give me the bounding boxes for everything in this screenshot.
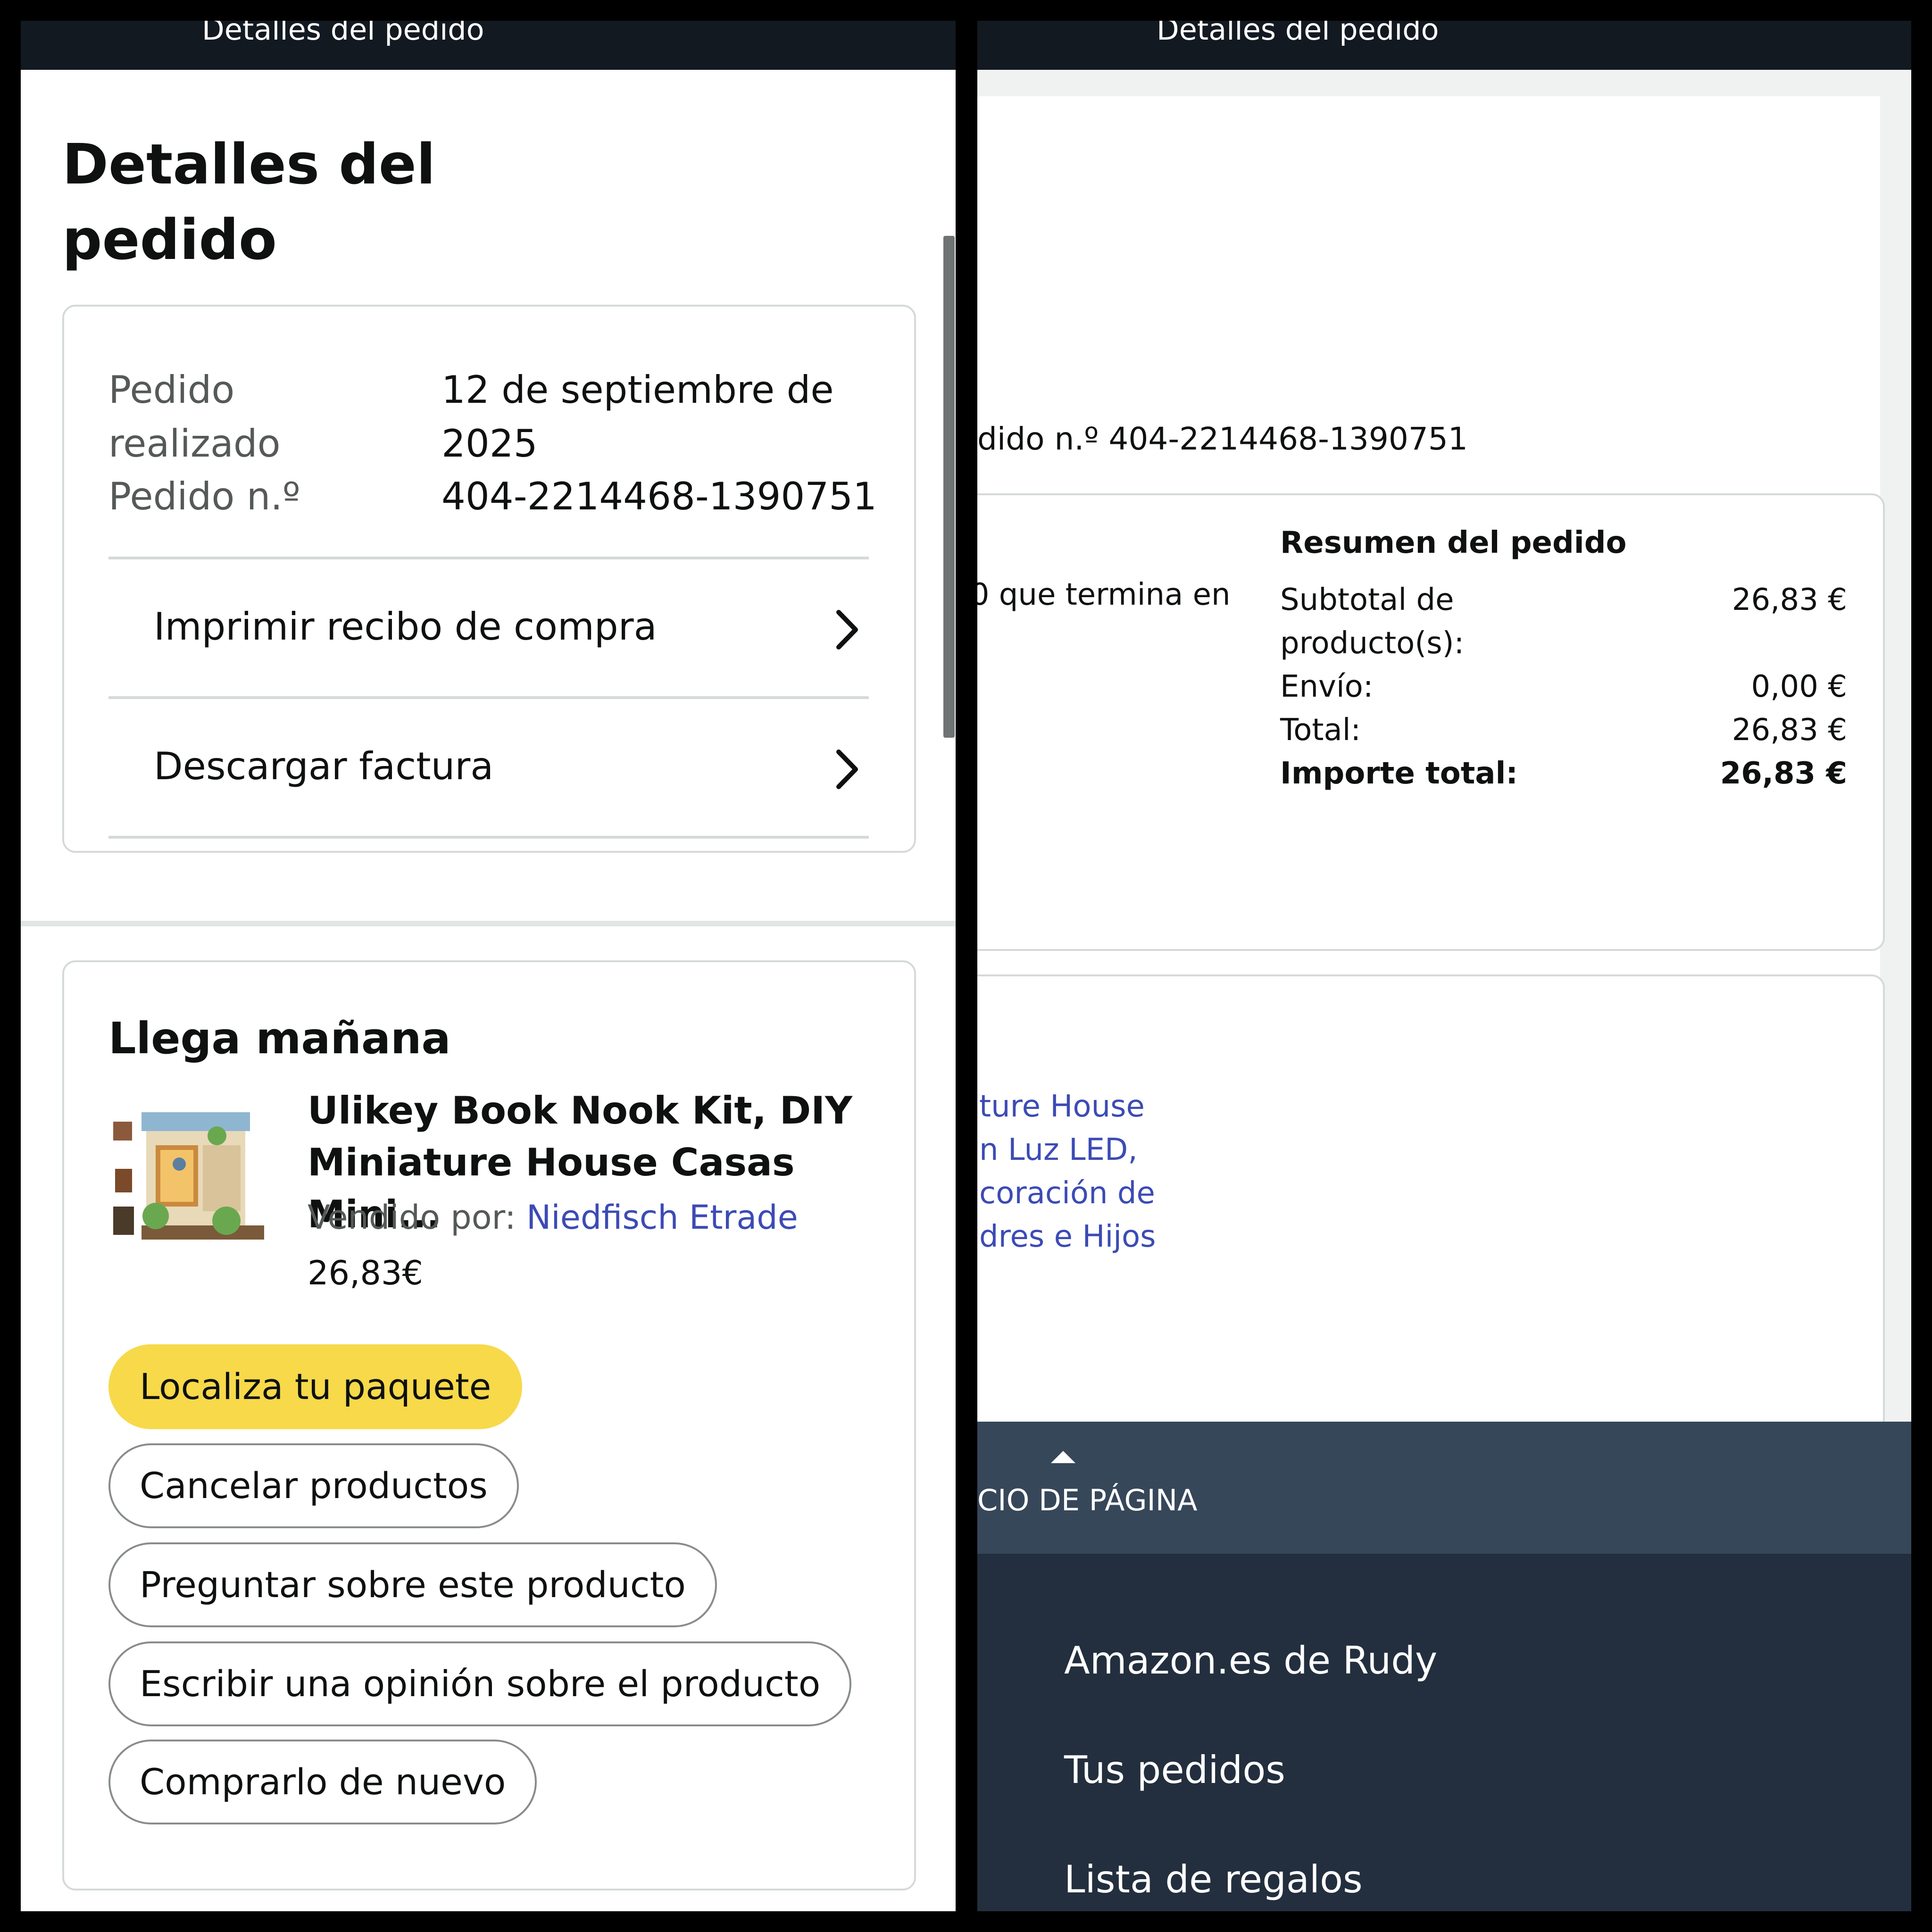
payment-method-text: 00 que termina en: [977, 577, 1231, 612]
chevron-right-icon: [836, 749, 858, 789]
sold-by-label: Vendido por:: [308, 1198, 516, 1237]
order-placed-value: 12 de septiembre de 2025: [441, 368, 834, 466]
top-bar: Detalles del pedido: [977, 21, 1911, 70]
product-price: 26,83€: [308, 1254, 423, 1292]
item-card: ture House n Luz LED, coración de dres e…: [977, 974, 1885, 1434]
order-info-card: Pedido realizado 12 de septiembre de 202…: [62, 305, 916, 853]
footer-link-amazon-home[interactable]: Amazon.es de Rudy: [1064, 1639, 1437, 1682]
track-package-button[interactable]: Localiza tu paquete: [108, 1344, 523, 1429]
seller-link[interactable]: Niedfisch Etrade: [526, 1198, 798, 1237]
grand-total-label: Importe total:: [1280, 756, 1518, 791]
page-title: Detalles del pedido: [62, 132, 436, 272]
order-summary-title: Resumen del pedido: [1280, 525, 1627, 560]
delivery-status-title: Llega mañana: [108, 1013, 451, 1064]
print-receipt-label: Imprimir recibo de compra: [154, 605, 657, 649]
order-number: dido n.º 404-2214468-1390751: [977, 421, 1468, 457]
download-invoice-link[interactable]: Descargar factura: [108, 699, 869, 836]
subtotal-label: Subtotal de producto(s):: [1280, 583, 1465, 661]
shipping-label: Envío:: [1280, 669, 1374, 704]
product-image[interactable]: [108, 1093, 272, 1257]
cancel-items-button[interactable]: Cancelar productos: [108, 1443, 519, 1528]
total-label: Total:: [1280, 713, 1361, 748]
subtotal-value: 26,83 €: [1732, 583, 1847, 617]
sold-by: Vendido por: Niedfisch Etrade: [308, 1198, 798, 1237]
buy-again-button[interactable]: Comprarlo de nuevo: [108, 1740, 537, 1824]
grand-total-value: 26,83 €: [1720, 756, 1847, 791]
footer-nav: Amazon.es de Rudy Tus pedidos Lista de r…: [977, 1554, 1911, 1911]
back-to-top-button[interactable]: CIO DE PÁGINA: [977, 1422, 1911, 1554]
chevron-right-icon: [836, 610, 858, 650]
top-bar: Detalles del pedido: [21, 21, 956, 70]
shipping-value: 0,00 €: [1751, 669, 1847, 704]
footer-link-gift-list[interactable]: Lista de regalos: [1064, 1857, 1363, 1901]
top-bar-title: Detalles del pedido: [1157, 21, 1439, 47]
write-review-button[interactable]: Escribir una opinión sobre el producto: [108, 1641, 852, 1726]
ask-product-question-button[interactable]: Preguntar sobre este producto: [108, 1542, 717, 1627]
footer-link-your-orders[interactable]: Tus pedidos: [1064, 1748, 1285, 1792]
scrollbar[interactable]: [943, 236, 955, 738]
back-to-top-label: CIO DE PÁGINA: [977, 1483, 1198, 1517]
divider: [108, 836, 869, 839]
delivery-card: Llega mañana Ulikey Book Nook Kit, DIY M…: [62, 960, 916, 1890]
order-placed-label: Pedido realizado: [108, 368, 281, 466]
order-details-panel-right: Detalles del pedido dido n.º 404-2214468…: [977, 21, 1911, 1911]
order-details-panel-left: Detalles del pedido Detalles del pedido …: [21, 21, 956, 1911]
product-title-link[interactable]: ture House n Luz LED, coración de dres e…: [979, 1085, 1309, 1258]
order-number-value: 404-2214468-1390751: [441, 475, 877, 518]
download-invoice-label: Descargar factura: [154, 744, 494, 788]
order-summary-card: 00 que termina en Resumen del pedido Sub…: [977, 493, 1885, 951]
total-value: 26,83 €: [1732, 713, 1847, 748]
top-bar-title: Detalles del pedido: [202, 21, 484, 47]
section-separator: [21, 921, 956, 926]
caret-up-icon: [1051, 1451, 1075, 1463]
order-content: dido n.º 404-2214468-1390751 00 que term…: [977, 96, 1885, 1434]
print-receipt-link[interactable]: Imprimir recibo de compra: [108, 559, 869, 696]
order-number-label: Pedido n.º: [108, 475, 300, 518]
